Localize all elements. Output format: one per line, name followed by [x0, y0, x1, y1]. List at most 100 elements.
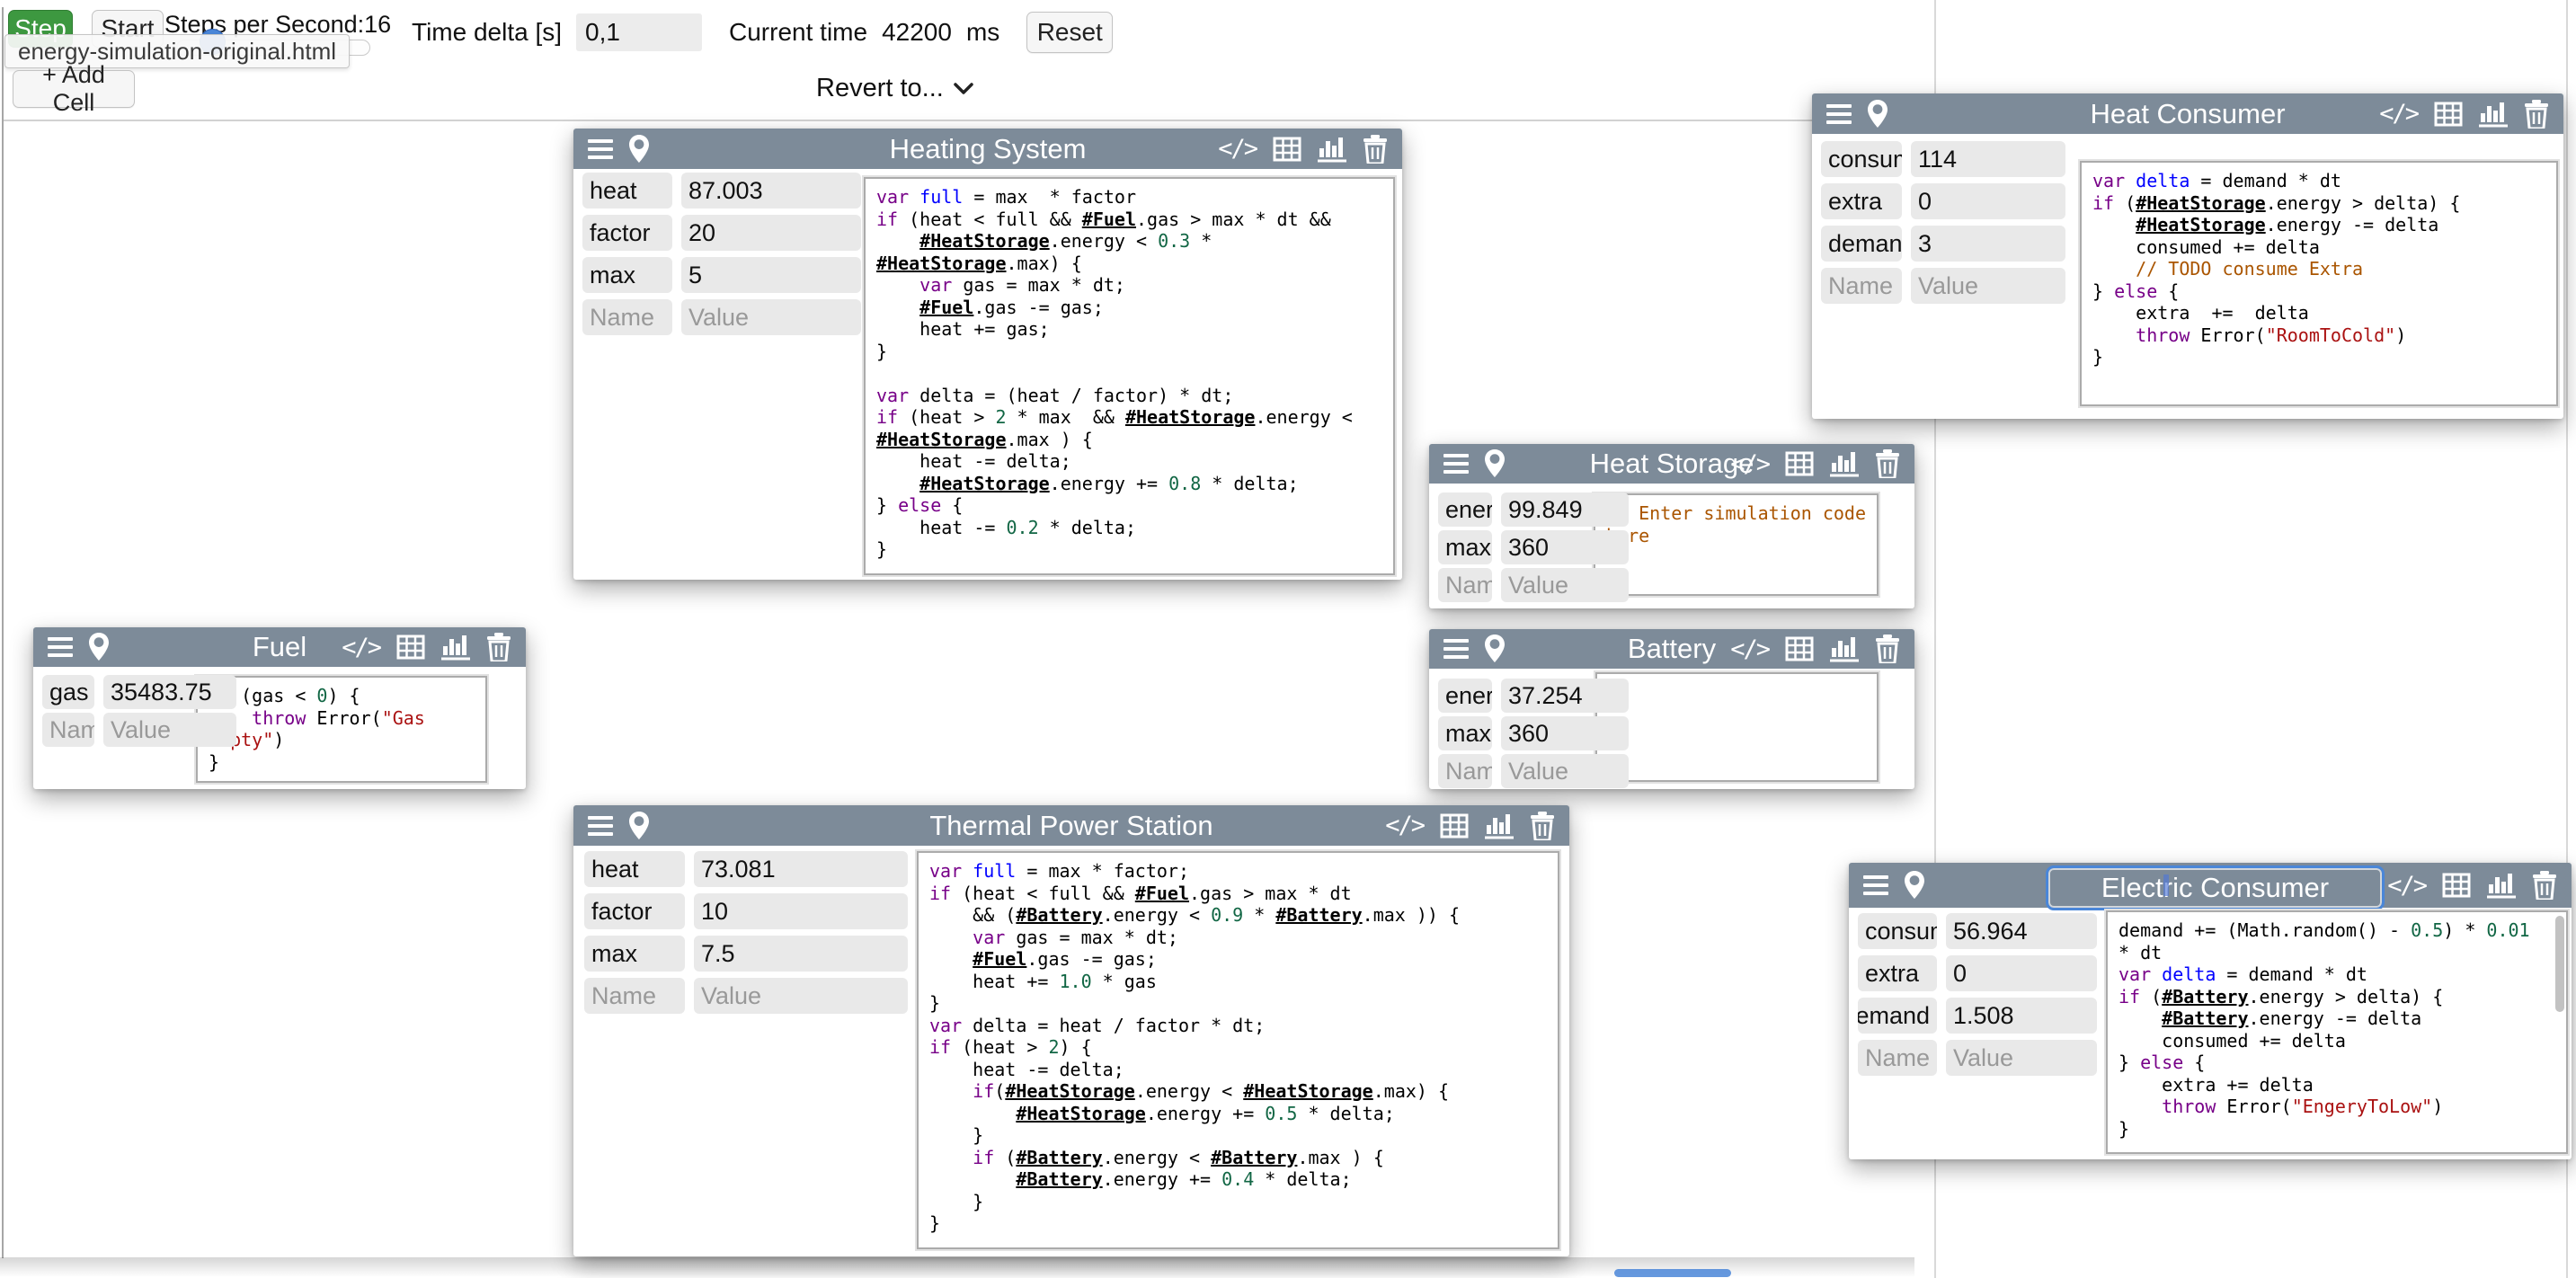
pin-icon[interactable] — [627, 811, 651, 841]
field-value-input-placeholder[interactable]: Value — [1501, 754, 1629, 788]
pin-icon[interactable] — [87, 632, 111, 662]
field-name-input[interactable]: heat — [582, 173, 672, 209]
window-title-input-focused[interactable]: Electric Consumer — [2046, 865, 2385, 910]
table-view-icon[interactable] — [396, 635, 425, 660]
chart-view-icon[interactable] — [2487, 872, 2516, 899]
trash-icon[interactable] — [1363, 135, 1388, 164]
table-view-icon[interactable] — [1440, 813, 1469, 839]
field-name-input[interactable]: consumed — [1821, 141, 1902, 177]
code-editor[interactable]: var full = max * factor; if (heat < full… — [917, 851, 1559, 1249]
trash-icon[interactable] — [486, 633, 511, 661]
window-title[interactable]: Thermal Power Station — [929, 810, 1212, 842]
field-value-input[interactable]: 87.003 — [681, 173, 861, 209]
trash-icon[interactable] — [1875, 449, 1900, 478]
table-view-icon[interactable] — [2434, 102, 2463, 127]
field-name-input[interactable]: extra — [1858, 955, 1937, 991]
field-name-input[interactable]: consumed — [1858, 913, 1937, 949]
pin-icon[interactable] — [1866, 99, 1889, 129]
field-value-input[interactable]: 73.081 — [694, 851, 908, 887]
field-name-input-placeholder[interactable]: Name — [1438, 754, 1492, 788]
field-name-input[interactable]: energy — [1438, 493, 1492, 527]
field-value-input[interactable]: 56.964 — [1946, 913, 2097, 949]
menu-icon[interactable] — [588, 139, 613, 159]
pin-icon[interactable] — [627, 134, 651, 164]
code-view-icon[interactable]: </> — [1385, 812, 1424, 839]
chart-view-icon[interactable] — [1318, 136, 1346, 163]
field-name-input[interactable]: heat — [584, 851, 685, 887]
chart-view-icon[interactable] — [1830, 450, 1859, 477]
code-editor[interactable] — [1595, 672, 1879, 782]
field-value-input[interactable]: 360 — [1501, 530, 1629, 564]
trash-icon[interactable] — [1530, 812, 1555, 840]
code-editor[interactable]: if (gas < 0) { throw Error("Gas Empty") … — [196, 676, 487, 783]
field-value-input-placeholder[interactable]: Value — [694, 978, 908, 1014]
window-header[interactable]: Battery </> — [1429, 629, 1914, 669]
pin-icon[interactable] — [1903, 870, 1926, 901]
code-editor[interactable]: var full = max * factor if (heat < full … — [864, 177, 1395, 575]
field-name-input[interactable]: max — [582, 257, 672, 293]
window-header[interactable]: Heat Storage </> — [1429, 444, 1914, 484]
code-view-icon[interactable]: </> — [2387, 872, 2426, 900]
reset-button[interactable]: Reset — [1026, 12, 1113, 53]
field-value-input[interactable]: 5 — [681, 257, 861, 293]
menu-icon[interactable] — [1443, 639, 1469, 659]
table-view-icon[interactable] — [1273, 137, 1301, 162]
add-cell-button[interactable]: + Add Cell — [13, 70, 135, 108]
window-header[interactable]: Heat Consumer </> — [1812, 93, 2563, 134]
field-value-input[interactable]: 360 — [1501, 716, 1629, 750]
field-value-input[interactable]: 1.508 — [1946, 998, 2097, 1034]
code-editor[interactable]: var delta = demand * dt if (#HeatStorage… — [2080, 161, 2558, 406]
field-name-input[interactable]: demand — [1858, 998, 1937, 1034]
field-name-input[interactable]: factor — [582, 215, 672, 251]
field-value-input-placeholder[interactable]: Value — [103, 713, 236, 747]
field-value-input-placeholder[interactable]: Value — [1911, 268, 2065, 304]
field-value-input[interactable]: 37.254 — [1501, 679, 1629, 713]
trash-icon[interactable] — [1875, 635, 1900, 663]
field-name-input-placeholder[interactable]: Name — [582, 299, 672, 335]
code-editor[interactable]: demand += (Math.random() - 0.5) * 0.01 *… — [2106, 910, 2568, 1154]
table-view-icon[interactable] — [1785, 636, 1814, 661]
field-name-input-placeholder[interactable]: Name — [1821, 268, 1902, 304]
field-value-input-placeholder[interactable]: Value — [681, 299, 861, 335]
window-header[interactable]: </> — [1849, 863, 2572, 908]
window-title[interactable]: Electric Consumer — [2101, 872, 2329, 904]
field-name-input-placeholder[interactable]: Name — [1438, 568, 1492, 602]
field-name-input-placeholder[interactable]: Name — [584, 978, 685, 1014]
field-value-input[interactable]: 0 — [1946, 955, 2097, 991]
window-header[interactable]: Fuel </> — [33, 627, 526, 667]
field-value-input[interactable]: 35483.75 — [103, 675, 236, 709]
table-view-icon[interactable] — [1785, 451, 1814, 476]
code-view-icon[interactable]: </> — [342, 634, 380, 661]
chart-view-icon[interactable] — [441, 634, 470, 661]
menu-icon[interactable] — [1443, 454, 1469, 474]
pin-icon[interactable] — [1483, 448, 1506, 479]
window-title[interactable]: Heat Consumer — [2090, 98, 2285, 130]
revert-dropdown[interactable]: Revert to... — [816, 74, 974, 103]
menu-icon[interactable] — [1826, 104, 1852, 124]
field-name-input[interactable]: max — [1438, 716, 1492, 750]
menu-icon[interactable] — [588, 816, 613, 836]
field-name-input[interactable]: factor — [584, 893, 685, 929]
pin-icon[interactable] — [1483, 634, 1506, 664]
window-title[interactable]: Heating System — [890, 133, 1087, 165]
horizontal-scrollbar-thumb[interactable] — [1614, 1269, 1731, 1277]
field-value-input[interactable]: 0 — [1911, 183, 2065, 219]
field-name-input[interactable]: max — [584, 936, 685, 972]
code-view-icon[interactable]: </> — [2379, 100, 2418, 128]
field-name-input[interactable]: extra — [1821, 183, 1902, 219]
menu-icon[interactable] — [48, 637, 73, 657]
field-name-input[interactable]: gas — [42, 675, 94, 709]
code-editor[interactable]: // Enter simulation code here — [1594, 493, 1879, 596]
code-view-icon[interactable]: </> — [1730, 635, 1769, 663]
field-value-input-placeholder[interactable]: Value — [1946, 1040, 2097, 1076]
field-value-input[interactable]: 3 — [1911, 226, 2065, 262]
field-value-input[interactable]: 20 — [681, 215, 861, 251]
window-title[interactable]: Heat Storage — [1590, 448, 1754, 480]
field-name-input[interactable]: demand — [1821, 226, 1902, 262]
field-value-input-placeholder[interactable]: Value — [1501, 568, 1629, 602]
window-header[interactable]: Thermal Power Station </> — [573, 805, 1569, 846]
window-title[interactable]: Battery — [1628, 633, 1716, 665]
code-view-icon[interactable]: </> — [1218, 135, 1257, 163]
field-name-input[interactable]: max — [1438, 530, 1492, 564]
time-delta-input[interactable]: 0,1 — [576, 13, 702, 51]
